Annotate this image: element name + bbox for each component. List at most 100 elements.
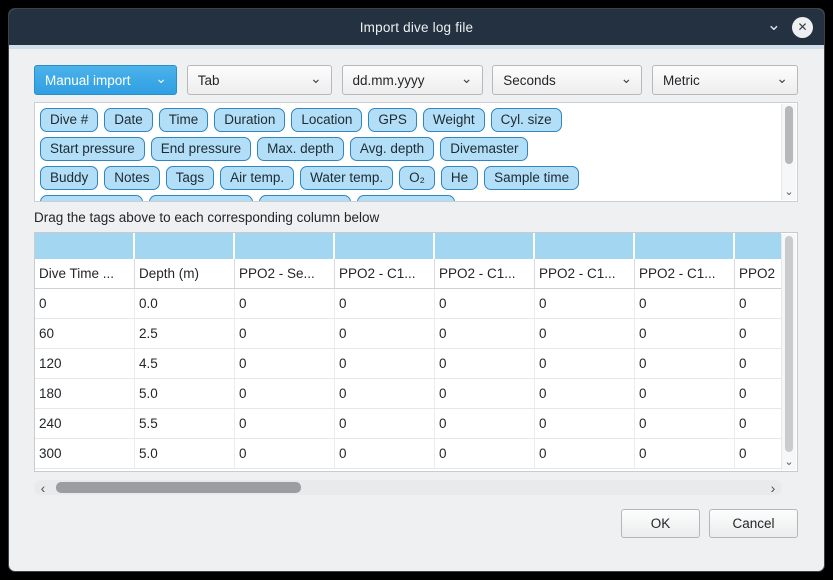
- combo-field-separator[interactable]: Tab⌄: [187, 65, 332, 95]
- tag-divemaster[interactable]: Divemaster: [440, 137, 528, 161]
- table-cell: 0: [235, 349, 335, 378]
- table-cell: 0.0: [135, 289, 235, 318]
- table-cell: 180: [35, 379, 135, 408]
- table-row: 2405.5000000: [35, 409, 781, 439]
- tag-location[interactable]: Location: [291, 108, 362, 132]
- table-row: 602.5000000: [35, 319, 781, 349]
- drop-cell[interactable]: [235, 233, 333, 259]
- tag-sample-depth[interactable]: Sample depth: [40, 195, 143, 201]
- scroll-left-icon[interactable]: ‹: [36, 480, 50, 495]
- combo-time-format[interactable]: Seconds⌄: [492, 65, 642, 95]
- cancel-button[interactable]: Cancel: [709, 509, 798, 538]
- table-cell: 0: [235, 379, 335, 408]
- table-cell: 0: [235, 289, 335, 318]
- tag-duration[interactable]: Duration: [214, 108, 285, 132]
- table-cell: 0: [335, 409, 435, 438]
- tag-tags[interactable]: Tags: [166, 166, 215, 190]
- tagpool-scroll-thumb[interactable]: [785, 106, 793, 164]
- tag-max-depth[interactable]: Max. depth: [257, 137, 344, 161]
- table-vscroll-thumb[interactable]: [785, 236, 793, 452]
- instruction-text: Drag the tags above to each correspondin…: [34, 210, 798, 225]
- tag-sample-temp[interactable]: Sample temp.: [149, 195, 252, 201]
- table-cell: 4.5: [135, 349, 235, 378]
- combo-import-source[interactable]: Manual import⌄: [34, 65, 177, 95]
- drop-cell[interactable]: [135, 233, 233, 259]
- tag-notes[interactable]: Notes: [104, 166, 159, 190]
- tag-water-temp[interactable]: Water temp.: [300, 166, 393, 190]
- tag-air-temp[interactable]: Air temp.: [220, 166, 294, 190]
- table-cell: 5.0: [135, 439, 235, 468]
- drop-cell[interactable]: [735, 233, 781, 259]
- table-cell: 0: [235, 319, 335, 348]
- tag-cyl-size[interactable]: Cyl. size: [491, 108, 562, 132]
- combo-date-format[interactable]: dd.mm.yyyy⌄: [342, 65, 483, 95]
- scroll-down-icon[interactable]: ⌄: [782, 186, 796, 198]
- tag-start-pressure[interactable]: Start pressure: [40, 137, 145, 161]
- table-cell: 5.5: [135, 409, 235, 438]
- shade-chevron-icon[interactable]: ⌄: [767, 16, 781, 33]
- table-cell: 0: [235, 439, 335, 468]
- combo-value: Manual import: [45, 73, 131, 88]
- dialog-buttons: OK Cancel: [34, 509, 798, 538]
- table-cell: 0: [535, 349, 635, 378]
- tag-dive[interactable]: Dive #: [40, 108, 98, 132]
- table-cell: 0: [635, 289, 735, 318]
- drop-cell[interactable]: [435, 233, 533, 259]
- tag-row: Start pressureEnd pressureMax. depthAvg.…: [40, 137, 781, 161]
- table-cell: 0: [235, 409, 335, 438]
- table-cell: 120: [35, 349, 135, 378]
- close-icon[interactable]: ✕: [792, 17, 813, 38]
- table-cell: 0: [335, 289, 435, 318]
- column-header: PPO2 - C1...: [435, 259, 535, 288]
- chevron-down-icon: ⌄: [310, 71, 322, 85]
- scroll-right-icon[interactable]: ›: [766, 480, 780, 495]
- import-preview-table: Dive Time ...Depth (m)PPO2 - Se...PPO2 -…: [34, 232, 798, 472]
- drop-cell[interactable]: [335, 233, 433, 259]
- titlebar-buttons: ⌄ ✕: [767, 9, 813, 45]
- table-cell: 0: [735, 379, 781, 408]
- tag-gps[interactable]: GPS: [368, 108, 417, 132]
- table-vscrollbar[interactable]: ⌄: [781, 234, 796, 470]
- drop-cell[interactable]: [35, 233, 133, 259]
- column-header: PPO2 - Se...: [235, 259, 335, 288]
- table-cell: 0: [435, 379, 535, 408]
- tag-avg-depth[interactable]: Avg. depth: [350, 137, 434, 161]
- tag-row: Dive #DateTimeDurationLocationGPSWeightC…: [40, 108, 781, 132]
- scroll-down-icon[interactable]: ⌄: [782, 456, 796, 468]
- tag-he[interactable]: He: [441, 166, 478, 190]
- tag-buddy[interactable]: Buddy: [40, 166, 98, 190]
- table-cell: 0: [735, 409, 781, 438]
- tag-sample-po[interactable]: Sample pO₂: [259, 195, 352, 201]
- tag-sample-cns[interactable]: Sample CNS: [357, 195, 455, 201]
- combo-row: Manual import⌄Tab⌄dd.mm.yyyy⌄Seconds⌄Met…: [34, 65, 798, 95]
- table-cell: 0: [635, 439, 735, 468]
- tag-rows: Dive #DateTimeDurationLocationGPSWeightC…: [35, 103, 781, 201]
- tag-time[interactable]: Time: [159, 108, 209, 132]
- hscroll-thumb[interactable]: [56, 482, 301, 493]
- chevron-down-icon: ⌄: [461, 71, 473, 85]
- table-cell: 0: [35, 289, 135, 318]
- titlebar[interactable]: Import dive log file ⌄ ✕: [9, 9, 824, 45]
- column-header: PPO2 - C1...: [335, 259, 435, 288]
- tag-o[interactable]: O₂: [399, 166, 435, 190]
- table-cell: 0: [735, 319, 781, 348]
- tag-sample-time[interactable]: Sample time: [484, 166, 579, 190]
- ok-button[interactable]: OK: [621, 509, 700, 538]
- tag-end-pressure[interactable]: End pressure: [151, 137, 251, 161]
- table-hscrollbar[interactable]: ‹ ›: [34, 480, 782, 495]
- tag-row: BuddyNotes TagsAir temp.Water temp.O₂HeSa…: [40, 166, 781, 190]
- table-cell: 0: [335, 439, 435, 468]
- table-grid: Dive Time ...Depth (m)PPO2 - Se...PPO2 -…: [35, 233, 781, 471]
- import-dialog: Import dive log file ⌄ ✕ Manual import⌄T…: [8, 8, 825, 572]
- table-row: 00.0000000: [35, 289, 781, 319]
- table-cell: 0: [435, 409, 535, 438]
- table-cell: 0: [535, 319, 635, 348]
- table-cell: 60: [35, 319, 135, 348]
- drop-cell[interactable]: [535, 233, 633, 259]
- table-body: 00.0000000602.50000001204.50000001805.00…: [35, 289, 781, 469]
- drop-cell[interactable]: [635, 233, 733, 259]
- combo-units[interactable]: Metric⌄: [652, 65, 798, 95]
- tag-date[interactable]: Date: [104, 108, 153, 132]
- tag-weight[interactable]: Weight: [423, 108, 485, 132]
- tagpool-scrollbar[interactable]: ⌄: [781, 104, 796, 200]
